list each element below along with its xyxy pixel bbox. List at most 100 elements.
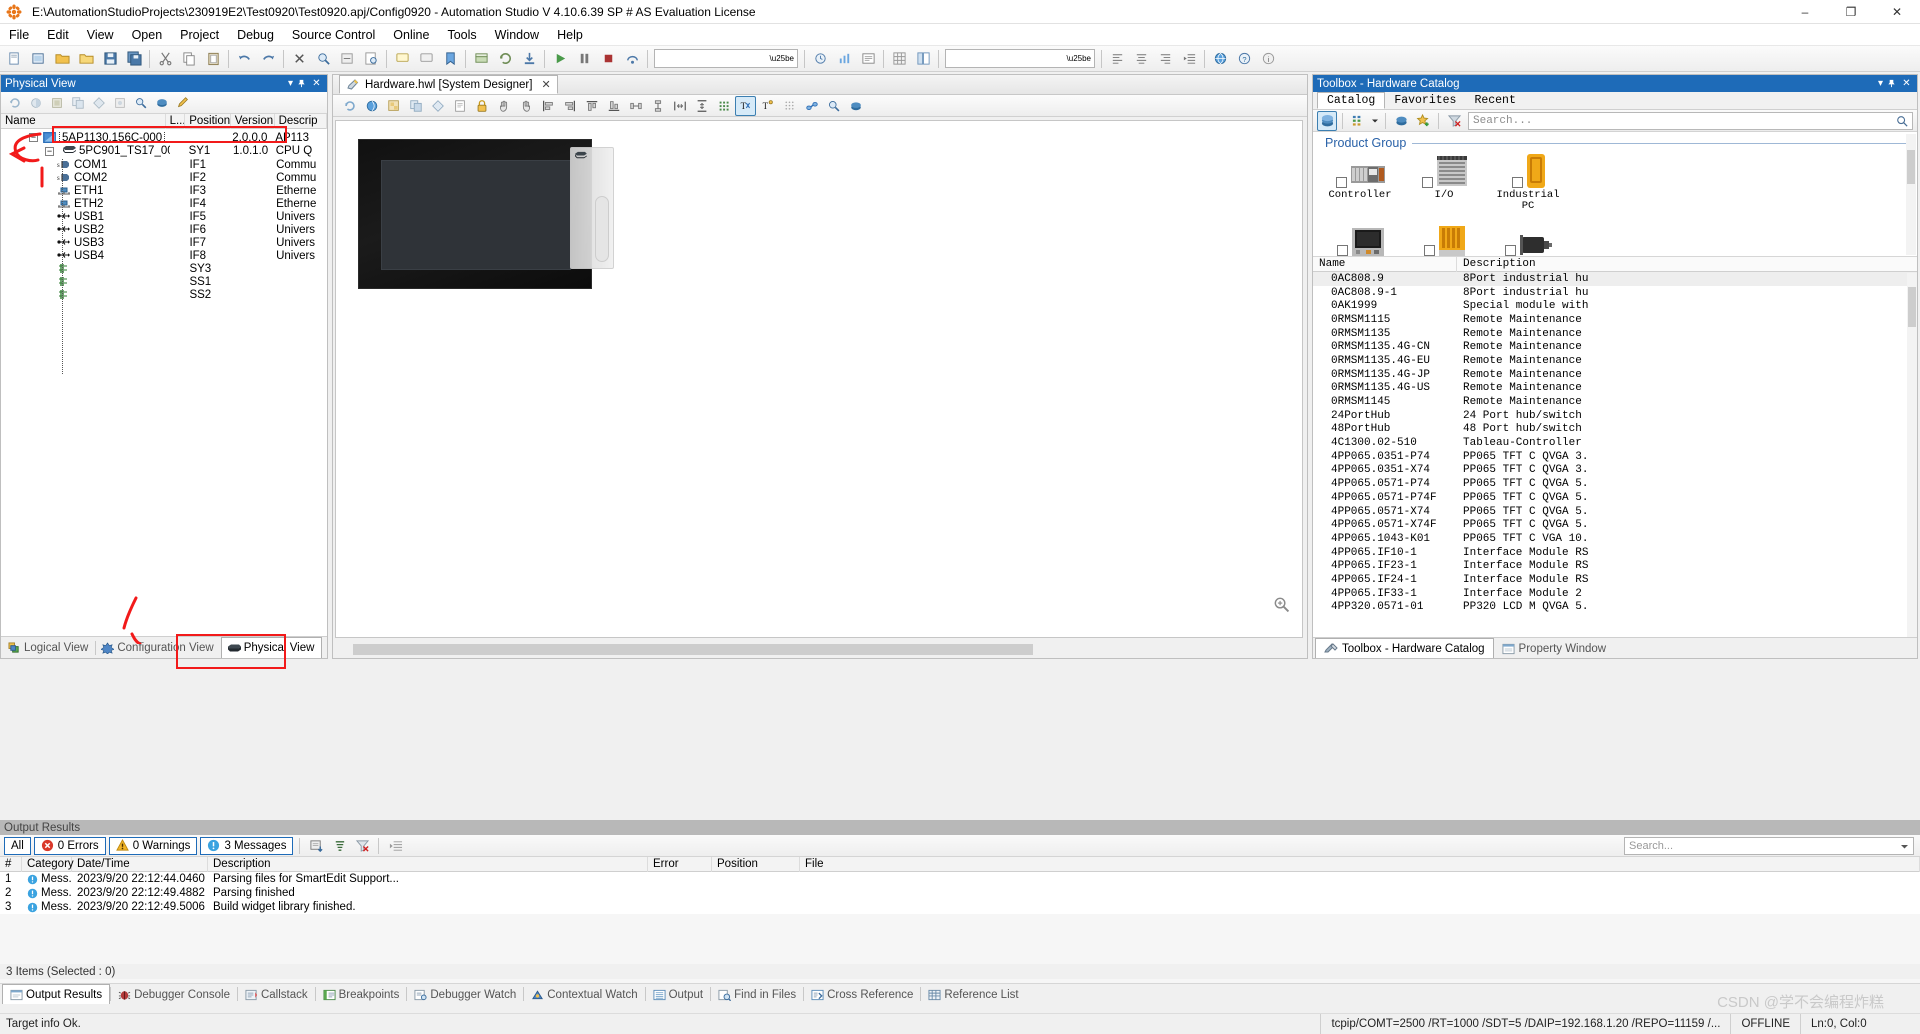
- grid-icon[interactable]: [888, 48, 910, 70]
- delete-icon[interactable]: [288, 48, 310, 70]
- save-output-icon[interactable]: [306, 836, 326, 855]
- hand-left-icon[interactable]: [493, 96, 514, 116]
- product-group-controller[interactable]: Controller: [1327, 154, 1393, 212]
- output-search-input[interactable]: Search...: [1624, 837, 1914, 855]
- product-group-operator-interface[interactable]: Operator Interface: [1327, 222, 1393, 256]
- search-config-icon[interactable]: [131, 93, 151, 113]
- list-item[interactable]: 0AC808.9-1 8Port industrial hu: [1313, 286, 1917, 300]
- table-row[interactable]: USB1 IF5 Univers: [1, 210, 327, 223]
- filter-messages-button[interactable]: 3 Messages: [200, 836, 294, 855]
- list-item[interactable]: 4PP065.IF23-1 Interface Module RS: [1313, 559, 1917, 573]
- list-item[interactable]: 0AC808.9 8Port industrial hu: [1313, 272, 1917, 286]
- copy-config-icon[interactable]: [68, 93, 88, 113]
- tab-catalog[interactable]: Catalog: [1317, 92, 1386, 109]
- table-row[interactable]: ETH2 IF4 Etherne: [1, 197, 327, 210]
- status-connection[interactable]: tcpip/COMT=2500 /RT=1000 /SDT=5 /DAIP=19…: [1320, 1013, 1730, 1034]
- maximize-button[interactable]: ❐: [1828, 0, 1874, 24]
- list-item[interactable]: 24PortHub 24 Port hub/switch: [1313, 409, 1917, 423]
- info-button-icon[interactable]: i: [1257, 48, 1279, 70]
- pause-icon[interactable]: [573, 48, 595, 70]
- align-right-icon[interactable]: [1154, 48, 1176, 70]
- add-favorite-icon[interactable]: [1413, 111, 1433, 131]
- scrollbar-thumb[interactable]: [1907, 150, 1915, 184]
- hardware-tree-icon[interactable]: [1317, 110, 1337, 131]
- bookmark-icon[interactable]: [439, 48, 461, 70]
- close-icon[interactable]: ✕: [1900, 78, 1913, 89]
- canvas-horizontal-scrollbar[interactable]: [335, 643, 1303, 656]
- tab-debugger-console[interactable]: Debugger Console: [111, 985, 237, 1004]
- refresh-icon[interactable]: [5, 93, 25, 113]
- zoom-reset-icon[interactable]: [1270, 593, 1292, 615]
- step-over-icon[interactable]: [621, 48, 643, 70]
- fit-height-icon[interactable]: [691, 96, 712, 116]
- industrial-pc-checkbox[interactable]: [1511, 177, 1523, 188]
- tree-col-description[interactable]: Descrip: [275, 113, 327, 129]
- menu-help[interactable]: Help: [548, 25, 592, 45]
- list-item[interactable]: 4PP065.0571-P74 PP065 TFT C QVGA 5.: [1313, 477, 1917, 491]
- table-row[interactable]: SY3: [1, 262, 327, 275]
- build-icon[interactable]: [470, 48, 492, 70]
- find-icon[interactable]: [312, 48, 334, 70]
- system-designer-canvas[interactable]: [335, 120, 1303, 638]
- physical-view-tree[interactable]: − 5AP1130.156C-000 2.0.0.0 AP113 − 5PC90…: [1, 129, 327, 645]
- list-item[interactable]: 48PortHub 48 Port hub/switch: [1313, 423, 1917, 437]
- new-file-icon[interactable]: [3, 48, 25, 70]
- comment-icon[interactable]: [391, 48, 413, 70]
- help-button-icon[interactable]: ?: [1233, 48, 1255, 70]
- table-row[interactable]: USB2 IF6 Univers: [1, 223, 327, 236]
- text-toggle-icon[interactable]: T: [735, 95, 756, 116]
- copy-icon[interactable]: [178, 48, 200, 70]
- tab-output[interactable]: Output: [646, 985, 711, 1004]
- scrollbar-thumb[interactable]: [1908, 287, 1916, 327]
- product-group-motion[interactable]: Motion: [1411, 222, 1477, 256]
- output-col-error[interactable]: Error: [648, 856, 712, 872]
- tab-callstack[interactable]: Callstack: [238, 985, 315, 1004]
- close-icon[interactable]: ✕: [541, 78, 550, 91]
- menu-file[interactable]: File: [0, 25, 38, 45]
- filter-all-button[interactable]: All: [4, 836, 31, 855]
- scrollbar-thumb[interactable]: [353, 644, 1033, 655]
- tab-configuration-view[interactable]: Configuration View: [96, 638, 220, 658]
- tab-debugger-watch[interactable]: Debugger Watch: [407, 985, 523, 1004]
- controller-checkbox[interactable]: [1335, 177, 1347, 188]
- hand-right-icon[interactable]: [515, 96, 536, 116]
- table-row[interactable]: − 5AP1130.156C-000 2.0.0.0 AP113: [1, 131, 327, 144]
- globe-icon[interactable]: [361, 96, 382, 116]
- catalog-col-name[interactable]: Name: [1313, 257, 1457, 272]
- table-row[interactable]: s COM1 IF1 Commu: [1, 158, 327, 171]
- align-left-icon[interactable]: [1106, 48, 1128, 70]
- tab-favorites[interactable]: Favorites: [1385, 92, 1465, 109]
- rebuild-icon[interactable]: [494, 48, 516, 70]
- align-right-icon[interactable]: [559, 96, 580, 116]
- grid-snap-icon[interactable]: [713, 96, 734, 116]
- menu-online[interactable]: Online: [384, 25, 438, 45]
- close-button[interactable]: ✕: [1874, 0, 1920, 24]
- output-col-file[interactable]: File: [800, 856, 1920, 872]
- minimize-button[interactable]: –: [1782, 0, 1828, 24]
- align-top-icon[interactable]: [581, 96, 602, 116]
- list-item[interactable]: 4PP065.0351-X74 PP065 TFT C QVGA 3.: [1313, 464, 1917, 478]
- table-row[interactable]: SS2: [1, 288, 327, 301]
- tab-find-in-files[interactable]: Find in Files: [711, 985, 803, 1004]
- undo-icon[interactable]: [233, 48, 255, 70]
- save-icon[interactable]: [99, 48, 121, 70]
- globe-icon[interactable]: [1209, 48, 1231, 70]
- table-row[interactable]: ETH1 IF3 Etherne: [1, 184, 327, 197]
- pin-icon[interactable]: [297, 79, 310, 88]
- list-item[interactable]: 4PP065.0571-X74 PP065 TFT C QVGA 5.: [1313, 505, 1917, 519]
- list-view-icon[interactable]: [1348, 111, 1368, 131]
- configuration-combo[interactable]: \u25be: [654, 49, 798, 68]
- tree-col-l[interactable]: L...: [166, 113, 186, 129]
- product-group-motor[interactable]: Motor: [1495, 222, 1561, 256]
- open-project-icon[interactable]: [75, 48, 97, 70]
- list-item[interactable]: 4PP065.0571-X74F PP065 TFT C QVGA 5.: [1313, 518, 1917, 532]
- catalog-list[interactable]: Name Description 0AC808.9 8Port industria…: [1313, 257, 1917, 655]
- watch-icon[interactable]: [809, 48, 831, 70]
- fit-width-icon[interactable]: [669, 96, 690, 116]
- list-item[interactable]: 0RMSM1135.4G-JP Remote Maintenance: [1313, 368, 1917, 382]
- table-row[interactable]: USB3 IF7 Univers: [1, 236, 327, 249]
- cut-icon[interactable]: [154, 48, 176, 70]
- replace-icon[interactable]: [336, 48, 358, 70]
- search-icon[interactable]: [1896, 115, 1908, 127]
- output-col-description[interactable]: Description: [208, 856, 648, 872]
